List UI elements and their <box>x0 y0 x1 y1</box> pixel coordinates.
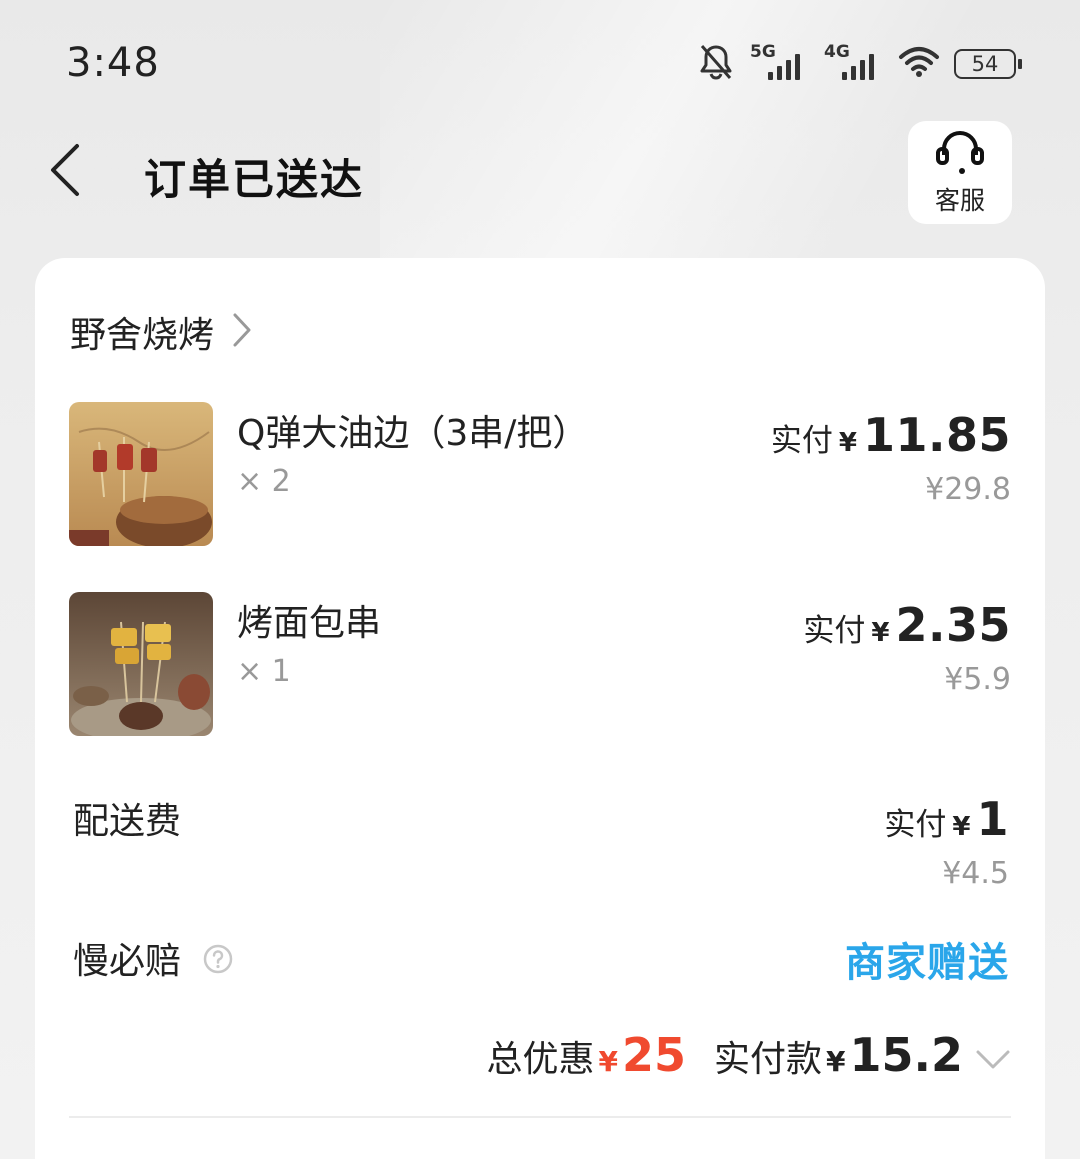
currency-symbol: ¥ <box>952 812 971 842</box>
paid-amount: 11.85 <box>862 408 1011 462</box>
item-name: 烤面包串 <box>237 603 382 644</box>
status-bar: 3:48 5G 4G 54 <box>0 0 1080 120</box>
help-icon[interactable] <box>202 943 234 984</box>
chevron-right-icon <box>232 312 252 352</box>
order-item[interactable]: 烤面包串 × 1 实付 ¥ 2.35 ¥5.9 <box>69 592 1011 737</box>
original-price: ¥5.9 <box>944 662 1011 697</box>
page-title: 订单已送达 <box>144 155 365 204</box>
guarantee-row: 慢必赔 商家赠送 <box>73 932 1009 988</box>
paid-label: 实付 <box>770 423 833 459</box>
divider <box>69 1116 1011 1118</box>
paid-label: 实付 <box>884 807 947 843</box>
total-label: 实付款 <box>714 1039 823 1080</box>
item-quantity: × 1 <box>237 654 291 689</box>
total-currency: ¥ <box>826 1045 846 1078</box>
item-thumbnail <box>69 402 213 546</box>
headset-icon <box>932 129 988 179</box>
battery-level: 54 <box>971 52 999 76</box>
battery-icon: 54 <box>954 49 1022 79</box>
original-price: ¥4.5 <box>942 856 1009 891</box>
guarantee-value: 商家赠送 <box>845 940 1009 986</box>
item-price: 实付 ¥ 2.35 ¥5.9 <box>803 598 1011 697</box>
guarantee-label-wrap: 慢必赔 <box>73 932 234 984</box>
guarantee-label: 慢必赔 <box>73 941 182 982</box>
currency-symbol: ¥ <box>838 428 857 458</box>
delivery-fee-row: 配送费 实付 ¥ 1 ¥4.5 <box>73 792 1009 892</box>
order-summary[interactable]: 总优惠 ¥ 25 实付款 ¥ 15.2 <box>486 1028 1011 1082</box>
mute-bell-icon <box>696 42 736 86</box>
discount-currency: ¥ <box>598 1045 618 1078</box>
signal-4g-icon: 4G <box>824 42 884 84</box>
customer-service-label: 客服 <box>934 185 985 215</box>
discount-amount: 25 <box>621 1028 686 1082</box>
delivery-fee-label: 配送费 <box>73 801 182 842</box>
chevron-left-icon <box>47 142 81 202</box>
customer-service-button[interactable]: 客服 <box>908 121 1012 224</box>
wifi-icon <box>898 45 940 83</box>
delivery-fee-price: 实付 ¥ 1 ¥4.5 <box>884 792 1009 891</box>
paid-amount: 2.35 <box>895 598 1011 652</box>
shop-name: 野舍烧烤 <box>70 315 215 356</box>
item-quantity: × 2 <box>237 464 291 499</box>
signal-5g-icon: 5G <box>750 42 810 84</box>
status-icons: 5G 4G 54 <box>696 42 1022 86</box>
chevron-down-icon[interactable] <box>975 1049 1011 1075</box>
total-amount: 15.2 <box>849 1028 964 1082</box>
order-item[interactable]: Q弹大油边（3串/把） × 2 实付 ¥ 11.85 ¥29.8 <box>69 402 1011 547</box>
original-price: ¥29.8 <box>925 472 1011 507</box>
paid-amount: 1 <box>976 792 1009 846</box>
paid-label: 实付 <box>803 613 866 649</box>
item-name: Q弹大油边（3串/把） <box>237 413 589 454</box>
shop-link[interactable]: 野舍烧烤 <box>70 306 252 358</box>
currency-symbol: ¥ <box>871 618 890 648</box>
status-time: 3:48 <box>66 40 160 86</box>
discount-label: 总优惠 <box>486 1039 595 1080</box>
order-card: 野舍烧烤 Q弹大油边（3串/把） × 2 实付 ¥ 11.85 ¥29.8 烤面… <box>35 258 1045 1159</box>
back-button[interactable] <box>34 140 94 204</box>
item-thumbnail <box>69 592 213 736</box>
item-price: 实付 ¥ 11.85 ¥29.8 <box>771 408 1011 507</box>
